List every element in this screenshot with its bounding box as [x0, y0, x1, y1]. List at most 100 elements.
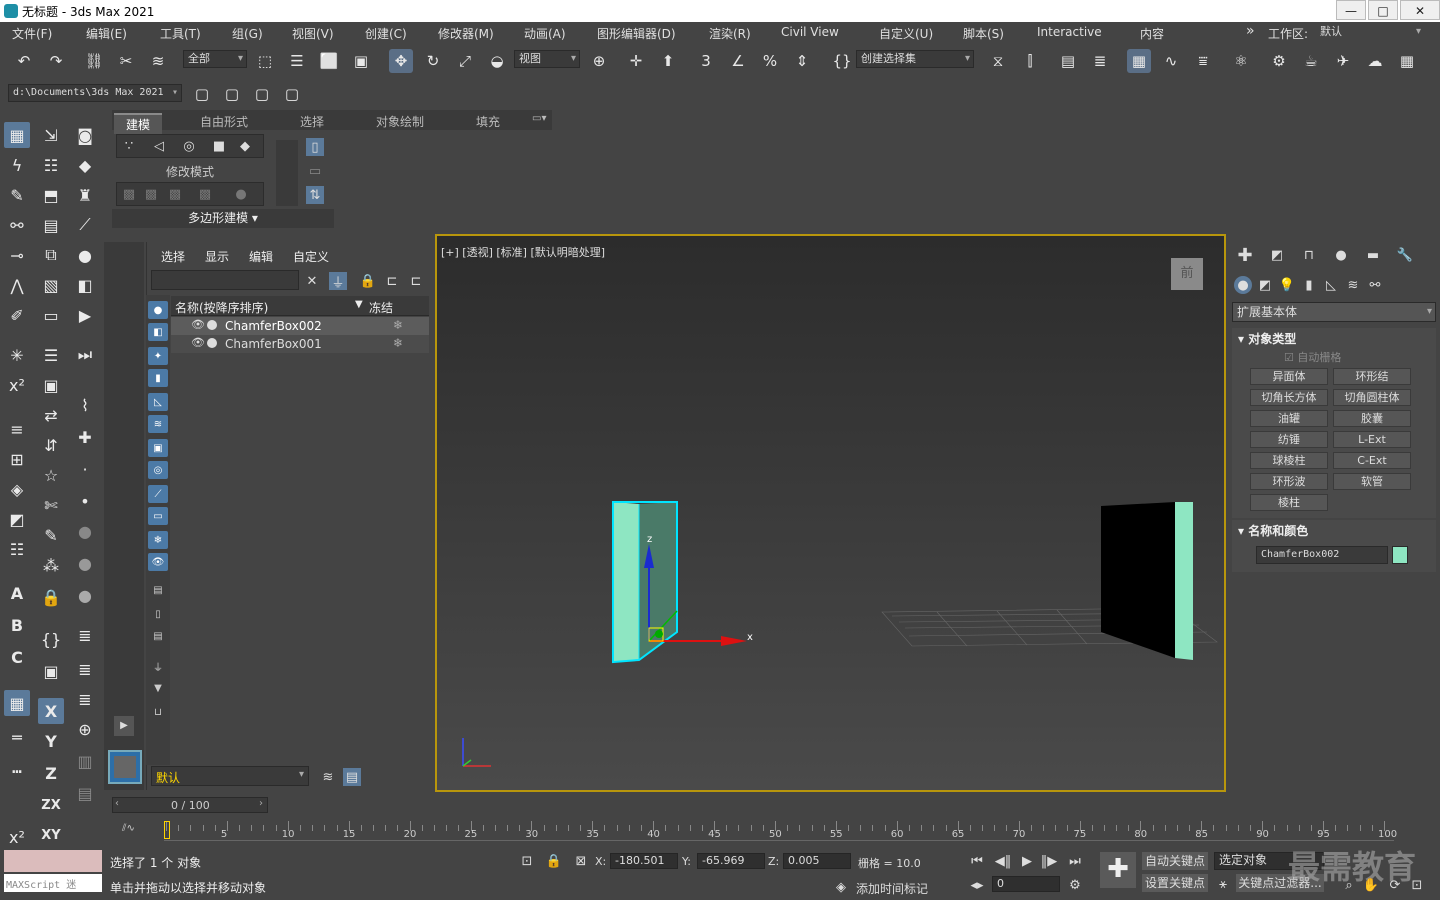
anim-icon[interactable]: ▣	[38, 658, 64, 684]
circle3-icon[interactable]: ●	[72, 582, 98, 608]
trash-icon[interactable]: ▥	[72, 748, 98, 774]
sort-arrow-icon[interactable]: ▼	[355, 299, 363, 310]
forward-icon[interactable]: ▶	[72, 302, 98, 328]
freeze-icon[interactable]: ❄	[393, 318, 403, 332]
box-icon[interactable]: ⬒	[38, 182, 64, 208]
current-frame-input[interactable]: 0	[992, 876, 1060, 892]
dot2-icon[interactable]: •	[72, 488, 98, 514]
key-mode-icon[interactable]: ◂▸	[968, 876, 986, 894]
spindle-button[interactable]: 纺锤	[1250, 431, 1328, 448]
project-path-select[interactable]: d:\Documents\3ds Max 2021	[8, 84, 182, 102]
poly-modeling-panel-label[interactable]: 多边形建模 ▾	[112, 209, 334, 228]
axis-zx-icon[interactable]: ZX	[38, 792, 64, 818]
plus2-icon[interactable]: ⊕	[72, 716, 98, 742]
time-slider[interactable]: ‹ 0 / 100 ›	[112, 797, 268, 813]
filter-groups-icon[interactable]: ▣	[148, 439, 168, 457]
column-name-header[interactable]: 名称(按降序排序)	[175, 299, 268, 316]
render-icon[interactable]: ◙	[72, 122, 98, 148]
ribbon-tab-modeling[interactable]: 建模	[114, 113, 163, 134]
time-tag-icon[interactable]: ◈	[832, 878, 850, 896]
layers2-icon[interactable]: ☷	[4, 536, 30, 562]
orbit-icon[interactable]: ⟳	[1386, 876, 1404, 894]
lock-explorer-icon[interactable]: 🔒	[359, 272, 377, 290]
explorer-menu-customize[interactable]: 自定义	[293, 248, 329, 265]
grid-2-icon[interactable]: ▧	[38, 272, 64, 298]
poly-tool-icon[interactable]: ●	[232, 185, 250, 203]
mirror-icon[interactable]: ⧖	[986, 49, 1010, 73]
scene-explorer-icon[interactable]: ▤	[1056, 49, 1080, 73]
filter-containers-icon[interactable]: ▭	[148, 507, 168, 525]
time-config-icon[interactable]: ⚙	[1066, 876, 1084, 894]
letter-b-icon[interactable]: B	[4, 612, 30, 638]
filter-lights-icon[interactable]: ✦	[148, 347, 168, 365]
select-manipulate-icon[interactable]: ✛	[624, 49, 648, 73]
poly-tool-icon[interactable]: ▩	[166, 185, 184, 203]
freeze-icon[interactable]: ❄	[393, 336, 403, 350]
media-icon[interactable]: ⏭	[72, 342, 98, 368]
object-color-swatch[interactable]	[1392, 546, 1408, 564]
funnel-icon[interactable]: ⏚	[148, 657, 168, 675]
paint-icon[interactable]: ✐	[4, 302, 30, 328]
utilities-tab-icon[interactable]: 🔧	[1396, 246, 1414, 264]
render-dot-icon[interactable]	[207, 338, 217, 348]
ribbon-tab-object-paint[interactable]: 对象绘制	[376, 113, 424, 130]
percent-snap-icon[interactable]: %	[758, 49, 782, 73]
ribbon-side-icon[interactable]: ▯	[306, 138, 324, 156]
menu-tools[interactable]: 工具(T)	[160, 25, 201, 42]
hedra-button[interactable]: 异面体	[1250, 368, 1328, 385]
list-icon[interactable]: ☷	[38, 152, 64, 178]
polyline-icon[interactable]: ⋀	[4, 272, 30, 298]
prev-key-icon[interactable]: ◀‖	[994, 852, 1012, 870]
edit-named-sets-icon[interactable]: {}	[830, 49, 854, 73]
menu-group[interactable]: 组(G)	[232, 25, 263, 42]
lights-cat-icon[interactable]: 💡	[1278, 276, 1296, 294]
close-button[interactable]: ✕	[1400, 0, 1440, 20]
stack3-icon[interactable]: ≣	[72, 656, 98, 682]
cameras-cat-icon[interactable]: ▮	[1300, 276, 1318, 294]
scissors-icon[interactable]: ✄	[38, 492, 64, 518]
border-icon[interactable]: ◎	[180, 137, 198, 155]
sphere-icon[interactable]: ●	[72, 242, 98, 268]
menu-content[interactable]: 内容	[1140, 25, 1164, 42]
modify-tab-icon[interactable]: ◩	[1268, 246, 1286, 264]
maximize-button[interactable]: □	[1368, 0, 1398, 20]
select-by-name-icon[interactable]: ☰	[285, 49, 309, 73]
workspace-select[interactable]: 默认	[1316, 24, 1424, 42]
select-move-icon[interactable]: ✥	[389, 49, 413, 73]
set-key-button[interactable]: 设置关键点	[1142, 874, 1208, 892]
selection-lock-icon[interactable]: 🔒	[545, 852, 563, 870]
filter-frozen-icon[interactable]: ❄	[148, 531, 168, 549]
minimize-button[interactable]: —	[1336, 0, 1366, 20]
element-icon[interactable]: ◆	[236, 137, 254, 155]
menu-customize[interactable]: 自定义(U)	[879, 25, 933, 42]
perspective-viewport[interactable]: [+] [透视] [标准] [默认明暗处理] 前 z x	[435, 234, 1226, 792]
track-bar[interactable]: 5 10 15 20 25 30 35 40 45 50 55 60 65 70 75 80 85 90 95 100	[164, 819, 1397, 841]
gengon-button[interactable]: 球棱柱	[1250, 452, 1328, 469]
snaps-toggle-icon[interactable]: 3	[694, 49, 718, 73]
named-selection-select[interactable]: 创建选择集	[856, 50, 974, 68]
menu-file[interactable]: 文件(F)	[12, 25, 52, 42]
project-new-icon[interactable]: ▢	[190, 82, 214, 106]
l-ext-button[interactable]: L-Ext	[1333, 431, 1411, 448]
axis-xy-icon[interactable]: XY	[38, 822, 64, 848]
key-filter-icon[interactable]: ⚹	[1214, 875, 1232, 893]
filter-geometry-icon[interactable]: ●	[148, 301, 168, 319]
doc-icon[interactable]: ▤	[72, 780, 98, 806]
visibility-eye-icon[interactable]: 👁	[191, 318, 205, 331]
oil-tank-button[interactable]: 油罐	[1250, 410, 1328, 427]
coord-x-input[interactable]: -180.501	[610, 853, 678, 869]
project-open-icon[interactable]: ▢	[220, 82, 244, 106]
sparkle-icon[interactable]: ✳	[4, 342, 30, 368]
toggle-ribbon-icon[interactable]: ▦	[1127, 49, 1151, 73]
window-crossing-icon[interactable]: ▣	[349, 49, 373, 73]
filter-helpers-icon[interactable]: ◺	[148, 393, 168, 411]
next-key-icon[interactable]: ‖▶	[1040, 852, 1058, 870]
explorer-menu-edit[interactable]: 编辑	[249, 248, 273, 265]
expand-arrow-icon[interactable]: ▶	[114, 716, 134, 736]
ringwave-button[interactable]: 环形波	[1250, 473, 1328, 490]
viewport-layout-icon[interactable]	[108, 750, 142, 784]
filter-invert-icon[interactable]: ▤	[148, 627, 168, 645]
layers-explorer-icon[interactable]: ≋	[319, 768, 337, 786]
material-editor-icon[interactable]: ⚙	[1267, 49, 1291, 73]
polygon-icon[interactable]: ■	[210, 137, 228, 155]
